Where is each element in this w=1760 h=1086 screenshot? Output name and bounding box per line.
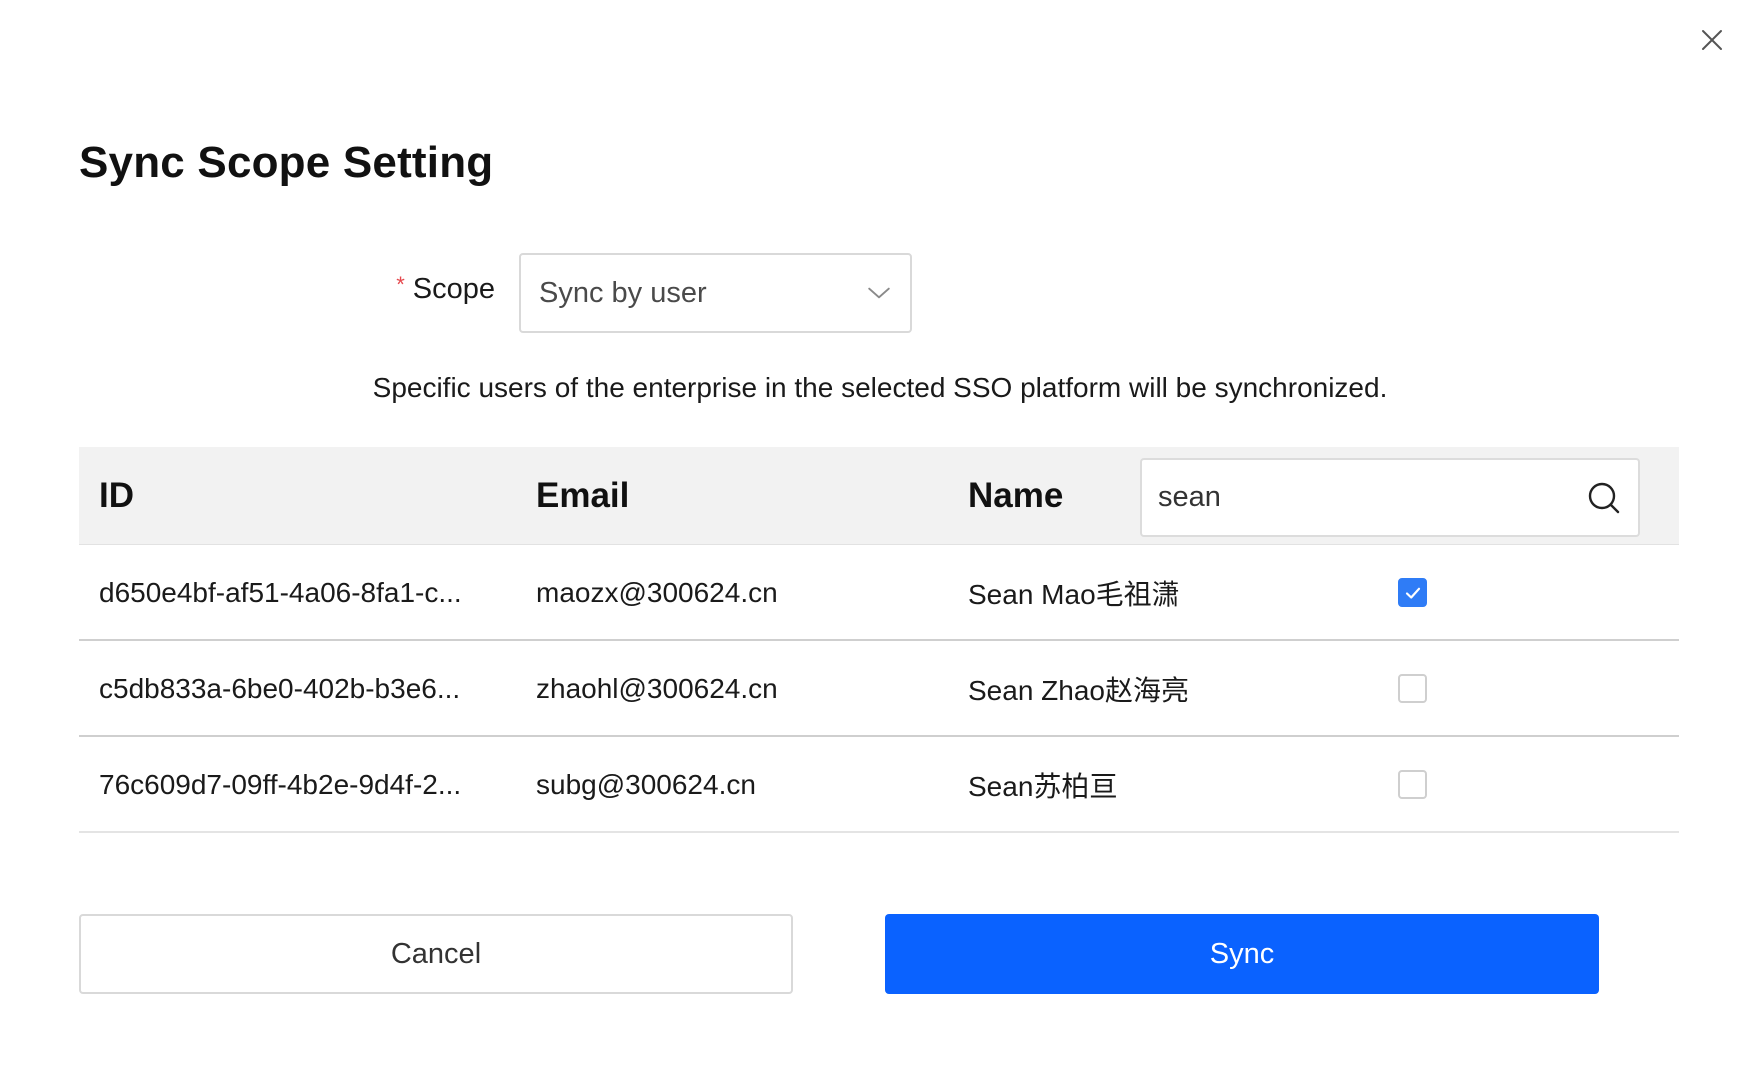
close-icon [1702, 30, 1722, 50]
close-button[interactable] [1696, 24, 1728, 56]
column-header-email: Email [536, 475, 630, 515]
dialog-title: Sync Scope Setting [79, 138, 494, 187]
row-checkbox[interactable] [1398, 674, 1427, 703]
row-checkbox[interactable] [1398, 770, 1427, 799]
scope-select[interactable]: Sync by user [519, 253, 912, 333]
scope-label-text: Scope [412, 273, 495, 305]
table-row: 76c609d7-09ff-4b2e-9d4f-2... subg@300624… [79, 737, 1679, 833]
required-mark: * [396, 272, 405, 297]
scope-select-value: Sync by user [539, 276, 707, 309]
column-header-name: Name [968, 475, 1064, 515]
table-body: d650e4bf-af51-4a06-8fa1-c... maozx@30062… [79, 545, 1679, 833]
cancel-button[interactable]: Cancel [79, 914, 793, 994]
row-id: 76c609d7-09ff-4b2e-9d4f-2... [99, 769, 462, 800]
row-email: zhaohl@300624.cn [536, 673, 778, 704]
row-name: Sean Zhao赵海亮 [968, 675, 1189, 706]
row-name: Sean苏柏亘 [968, 771, 1118, 802]
row-checkbox[interactable] [1398, 578, 1427, 607]
row-email: maozx@300624.cn [536, 577, 778, 608]
sync-button[interactable]: Sync [885, 914, 1599, 994]
checkmark-icon [1405, 587, 1420, 599]
search-box [1140, 458, 1640, 537]
table-row: d650e4bf-af51-4a06-8fa1-c... maozx@30062… [79, 545, 1679, 641]
search-icon[interactable] [1586, 480, 1622, 516]
row-id: c5db833a-6be0-402b-b3e6... [99, 673, 461, 704]
table-header: ID Email Name [79, 447, 1679, 545]
row-name: Sean Mao毛祖潇 [968, 579, 1180, 610]
users-table: ID Email Name d650e4bf-af51-4a06-8fa1-c.… [79, 447, 1679, 833]
row-email: subg@300624.cn [536, 769, 756, 800]
row-id: d650e4bf-af51-4a06-8fa1-c... [99, 577, 462, 608]
table-row: c5db833a-6be0-402b-b3e6... zhaohl@300624… [79, 641, 1679, 737]
scope-description: Specific users of the enterprise in the … [372, 372, 1388, 403]
chevron-down-icon [868, 287, 890, 299]
column-header-id: ID [99, 475, 134, 515]
scope-label: * Scope [300, 272, 495, 306]
sync-scope-dialog: Sync Scope Setting * Scope Sync by user S… [0, 0, 1760, 1086]
search-input[interactable] [1158, 481, 1586, 514]
